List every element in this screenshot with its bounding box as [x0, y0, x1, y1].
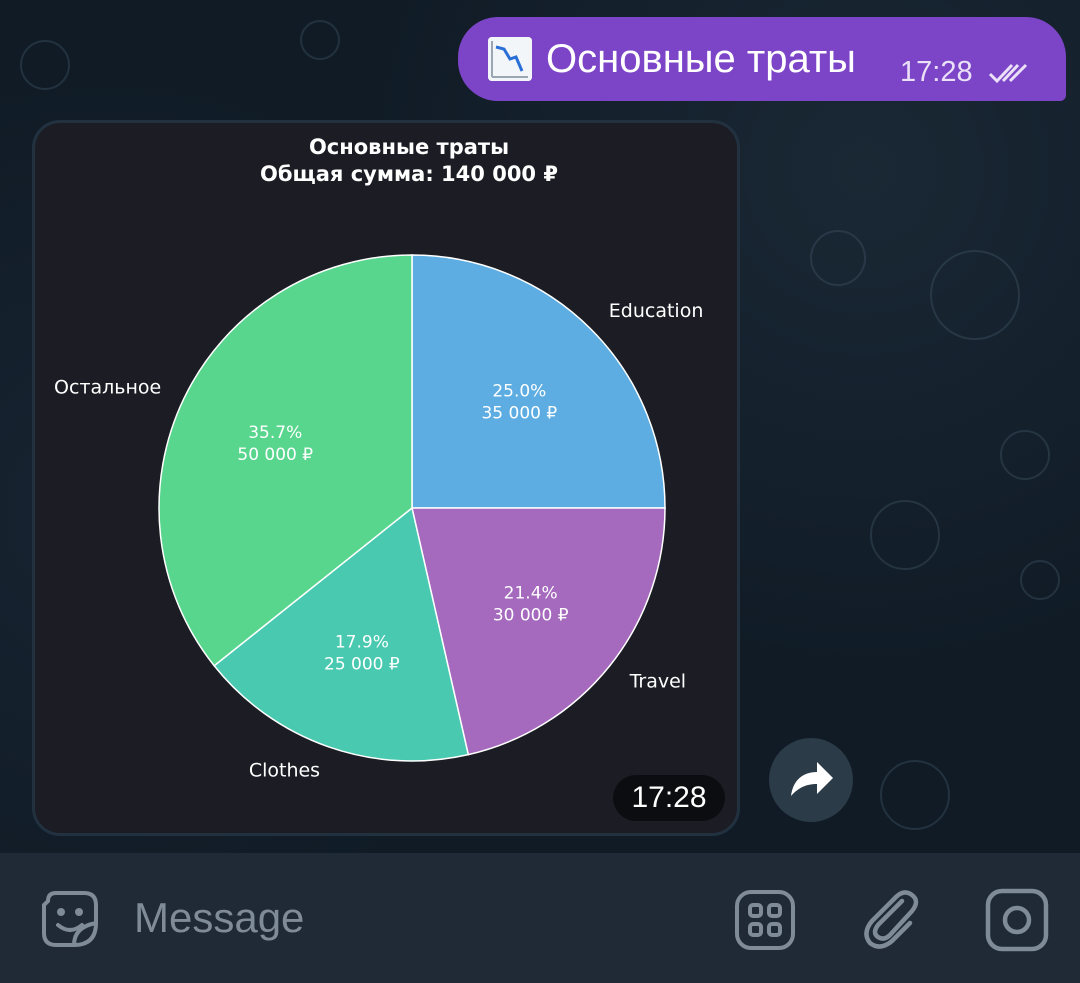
message-input-bar: Message — [0, 853, 1080, 983]
doodle-decoration — [1000, 430, 1050, 480]
slice-category-label: Clothes — [249, 760, 320, 782]
share-arrow-icon — [791, 762, 833, 796]
slice-amount-label: 25 000 ₽ — [324, 654, 400, 674]
slice-percent-label: 25.0% — [492, 382, 546, 402]
slice-percent-label: 21.4% — [504, 584, 558, 604]
sticker-icon[interactable] — [38, 887, 102, 951]
slice-percent-label: 17.9% — [335, 632, 389, 652]
doodle-decoration — [300, 20, 340, 60]
double-check-icon — [988, 63, 1028, 84]
doodle-decoration — [20, 40, 70, 90]
slice-amount-label: 30 000 ₽ — [493, 606, 569, 626]
slice-amount-label: 50 000 ₽ — [237, 445, 313, 465]
slice-category-label: Остальное — [54, 376, 161, 398]
share-button[interactable] — [769, 738, 853, 822]
slice-percent-label: 35.7% — [248, 423, 302, 443]
doodle-decoration — [880, 760, 950, 830]
message-time: 17:28 — [900, 56, 973, 88]
bot-commands-icon[interactable] — [734, 889, 796, 951]
doodle-decoration — [810, 230, 866, 286]
slice-category-label: Travel — [629, 671, 686, 693]
message-input[interactable]: Message — [134, 893, 304, 943]
chart-image-message[interactable]: Основные траты Общая сумма: 140 000 ₽ 25… — [32, 120, 740, 836]
image-time: 17:28 — [613, 775, 725, 821]
paperclip-icon[interactable] — [858, 887, 924, 953]
pie-chart: 25.0%35 000 ₽ Education 21.4%30 000 ₽ Trave… — [54, 254, 704, 782]
slice-amount-label: 35 000 ₽ — [481, 404, 557, 424]
doodle-decoration — [1020, 560, 1060, 600]
chart-decreasing-icon — [488, 37, 532, 81]
outgoing-message-bubble[interactable]: Основные траты 17:28 — [458, 17, 1066, 101]
camera-icon[interactable] — [984, 887, 1050, 953]
doodle-decoration — [930, 250, 1020, 340]
doodle-decoration — [870, 500, 940, 570]
slice-category-label: Education — [609, 300, 704, 322]
message-text: Основные траты — [546, 37, 856, 81]
